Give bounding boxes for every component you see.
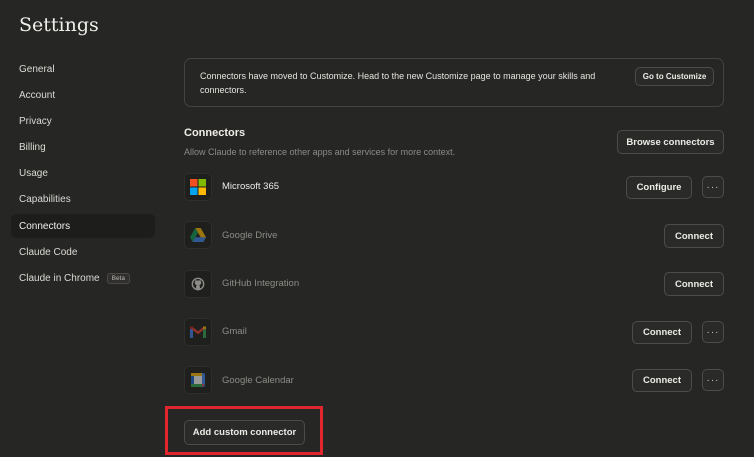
sidebar-item-label: Claude in Chrome (19, 273, 100, 284)
page-title: Settings (19, 14, 99, 36)
sidebar-item-usage[interactable]: Usage (11, 162, 155, 186)
sidebar-item-label: Usage (19, 168, 48, 180)
connector-name-gmail: Gmail (222, 326, 247, 337)
connector-name-microsoft-365: Microsoft 365 (222, 181, 280, 192)
more-options-google-calendar-button[interactable]: ··· (702, 369, 724, 391)
connectors-moved-notice: Connectors have moved to Customize. Head… (184, 58, 724, 107)
connect-google-drive-button[interactable]: Connect (664, 224, 724, 248)
more-icon: ··· (706, 374, 720, 386)
sidebar-item-privacy[interactable]: Privacy (11, 109, 155, 133)
sidebar-item-claude-in-chrome[interactable]: Claude in Chrome Beta (11, 267, 155, 291)
settings-window: Settings General Account Privacy Billing… (0, 0, 754, 457)
sidebar-item-claude-code[interactable]: Claude Code (11, 240, 155, 264)
sidebar-item-label: General (19, 63, 55, 75)
beta-badge: Beta (106, 273, 130, 284)
microsoft-365-icon (184, 173, 212, 201)
connector-name-google-drive: Google Drive (222, 230, 278, 241)
more-icon: ··· (706, 326, 720, 338)
settings-sidebar: General Account Privacy Billing Usage Ca… (11, 57, 155, 293)
sidebar-item-billing[interactable]: Billing (11, 136, 155, 160)
sidebar-item-label: Capabilities (19, 194, 71, 206)
more-icon: ··· (706, 181, 720, 193)
sidebar-item-label: Billing (19, 142, 46, 154)
connectors-section-title: Connectors (184, 127, 246, 139)
browse-connectors-button[interactable]: Browse connectors (617, 130, 724, 154)
sidebar-item-label: Connectors (19, 220, 71, 232)
more-options-gmail-button[interactable]: ··· (702, 321, 724, 343)
connect-gmail-button[interactable]: Connect (632, 321, 692, 344)
sidebar-item-general[interactable]: General (11, 57, 155, 81)
sidebar-item-capabilities[interactable]: Capabilities (11, 188, 155, 212)
github-icon (184, 270, 212, 298)
connector-name-github: GitHub Integration (222, 278, 300, 289)
more-options-microsoft-365-button[interactable]: ··· (702, 176, 724, 198)
connect-google-calendar-button[interactable]: Connect (632, 369, 692, 392)
notice-text: Connectors have moved to Customize. Head… (200, 71, 596, 95)
google-drive-icon (184, 221, 212, 249)
sidebar-item-account[interactable]: Account (11, 83, 155, 107)
highlight-annotation-box (165, 406, 323, 455)
sidebar-item-label: Claude Code (19, 246, 78, 258)
configure-microsoft-365-button[interactable]: Configure (626, 176, 692, 199)
sidebar-item-label: Account (19, 89, 56, 101)
google-calendar-icon (184, 366, 212, 394)
connectors-section-subtitle: Allow Claude to reference other apps and… (184, 147, 456, 157)
sidebar-item-label: Privacy (19, 115, 52, 127)
connect-github-button[interactable]: Connect (664, 272, 724, 296)
connector-name-google-calendar: Google Calendar (222, 375, 294, 386)
sidebar-item-connectors[interactable]: Connectors (11, 214, 155, 239)
go-to-customize-button[interactable]: Go to Customize (635, 67, 714, 86)
gmail-icon (184, 318, 212, 346)
